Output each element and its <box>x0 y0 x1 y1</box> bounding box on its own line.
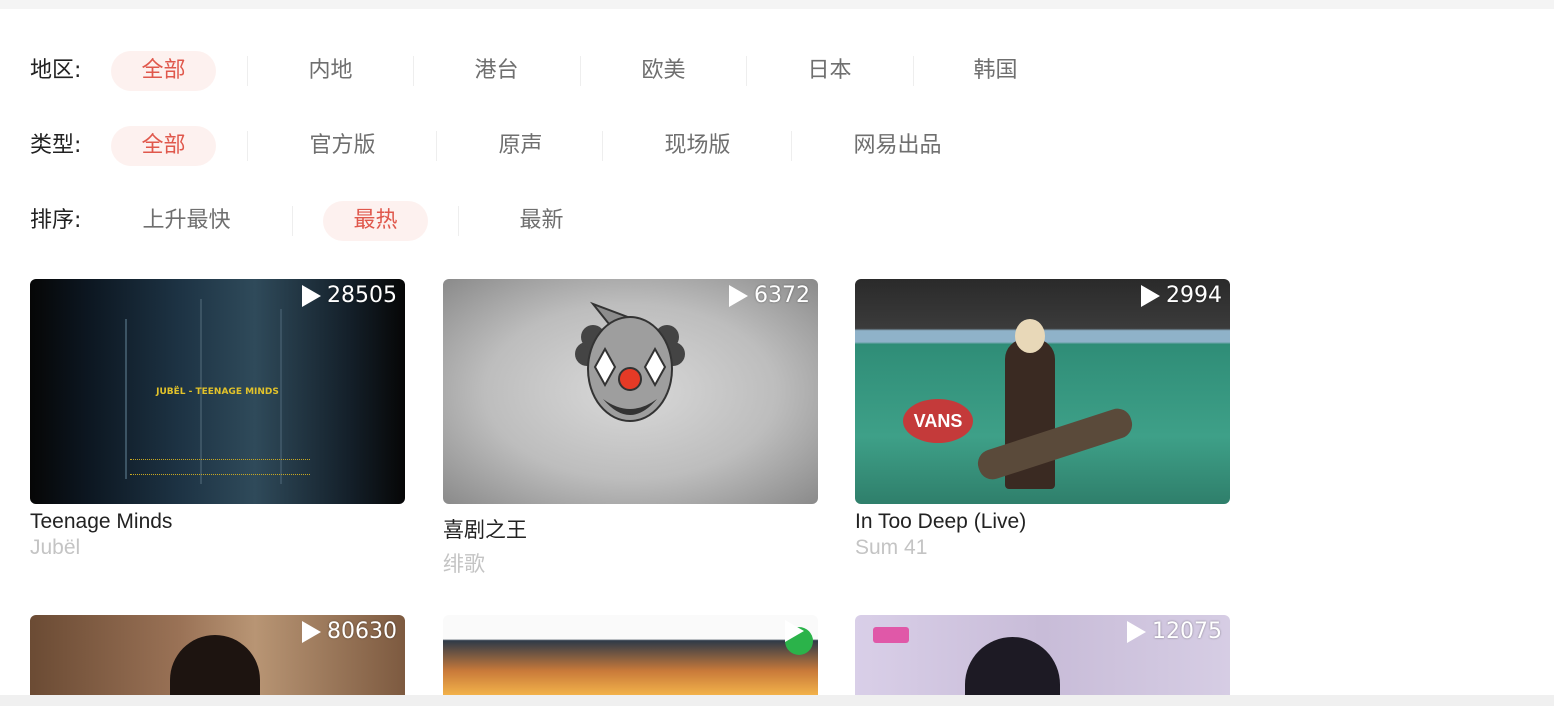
thumbnail-caption: JUBËL - TEENAGE MINDS <box>156 387 279 397</box>
person-hair <box>965 637 1060 695</box>
performer-head <box>1015 319 1045 353</box>
video-card[interactable] <box>443 615 818 695</box>
video-card[interactable]: 80630 <box>30 615 405 695</box>
type-option-official[interactable]: 官方版 <box>285 126 400 166</box>
divider <box>791 131 792 161</box>
top-divider <box>0 0 1554 9</box>
divider <box>413 56 414 86</box>
sort-option-rising[interactable]: 上升最快 <box>124 201 249 241</box>
play-triangle-icon <box>1141 284 1160 307</box>
type-option-netease[interactable]: 网易出品 <box>830 126 965 166</box>
play-count-value: 80630 <box>327 619 397 644</box>
horizontal-scrollbar[interactable] <box>0 695 1554 706</box>
divider <box>247 131 248 161</box>
region-option-korea[interactable]: 韩国 <box>943 51 1048 91</box>
person-hair <box>170 635 260 695</box>
divider <box>247 56 248 86</box>
region-option-japan[interactable]: 日本 <box>777 51 882 91</box>
sort-option-newest[interactable]: 最新 <box>489 201 594 241</box>
play-count: 80630 <box>300 619 397 644</box>
sort-option-hottest[interactable]: 最热 <box>323 201 428 241</box>
video-artist[interactable]: 绯歌 <box>443 548 818 578</box>
guitar <box>974 405 1136 483</box>
type-option-live[interactable]: 现场版 <box>640 126 755 166</box>
video-title[interactable]: In Too Deep (Live) <box>855 510 1230 534</box>
play-triangle-icon <box>302 284 321 307</box>
sort-options: 上升最快 最热 最新 <box>0 201 1554 241</box>
region-options: 全部 内地 港台 欧美 日本 韩国 <box>0 51 1554 91</box>
divider <box>436 131 437 161</box>
divider <box>458 206 459 236</box>
region-option-western[interactable]: 欧美 <box>611 51 716 91</box>
channel-logo <box>873 627 909 643</box>
video-title[interactable]: Teenage Minds <box>30 510 405 534</box>
type-options: 全部 官方版 原声 现场版 网易出品 <box>0 126 1554 166</box>
video-thumbnail[interactable] <box>443 615 818 695</box>
thumbnail-credits <box>130 459 310 475</box>
vans-banner: VANS <box>903 399 973 443</box>
play-triangle-icon <box>785 620 804 642</box>
video-thumbnail[interactable]: 12075 <box>855 615 1230 695</box>
video-title[interactable]: 喜剧之王 <box>443 514 818 544</box>
video-card[interactable]: 6372 喜剧之王 绯歌 <box>443 279 818 578</box>
video-card[interactable]: 12075 <box>855 615 1230 695</box>
divider <box>292 206 293 236</box>
play-count-value: 28505 <box>327 283 397 308</box>
play-count <box>783 619 810 643</box>
play-count-value: 6372 <box>754 283 810 308</box>
play-count: 6372 <box>727 283 810 308</box>
play-triangle-icon <box>729 284 748 307</box>
play-count-value: 12075 <box>1152 619 1222 644</box>
divider <box>580 56 581 86</box>
play-triangle-icon <box>302 620 321 643</box>
video-thumbnail[interactable]: VANS 2994 <box>855 279 1230 504</box>
type-option-soundtrack[interactable]: 原声 <box>468 126 573 166</box>
window-frame <box>125 319 127 479</box>
clown-icon <box>575 301 685 422</box>
region-option-all[interactable]: 全部 <box>111 51 216 91</box>
play-triangle-icon <box>1127 620 1146 643</box>
video-artist[interactable]: Jubël <box>30 536 405 560</box>
video-artist[interactable]: Sum 41 <box>855 536 1230 560</box>
video-thumbnail[interactable]: JUBËL - TEENAGE MINDS 28505 <box>30 279 405 504</box>
type-option-all[interactable]: 全部 <box>111 126 216 166</box>
play-count-value: 2994 <box>1166 283 1222 308</box>
divider <box>913 56 914 86</box>
video-card[interactable]: VANS 2994 In Too Deep (Live) Sum 41 <box>855 279 1230 560</box>
play-count: 12075 <box>1125 619 1222 644</box>
play-count: 2994 <box>1139 283 1222 308</box>
region-option-mainland[interactable]: 内地 <box>278 51 383 91</box>
video-thumbnail[interactable]: 6372 <box>443 279 818 504</box>
divider <box>746 56 747 86</box>
region-option-hk-tw[interactable]: 港台 <box>444 51 549 91</box>
video-card[interactable]: JUBËL - TEENAGE MINDS 28505 Teenage Mind… <box>30 279 405 560</box>
divider <box>602 131 603 161</box>
play-count: 28505 <box>300 283 397 308</box>
video-thumbnail[interactable]: 80630 <box>30 615 405 695</box>
